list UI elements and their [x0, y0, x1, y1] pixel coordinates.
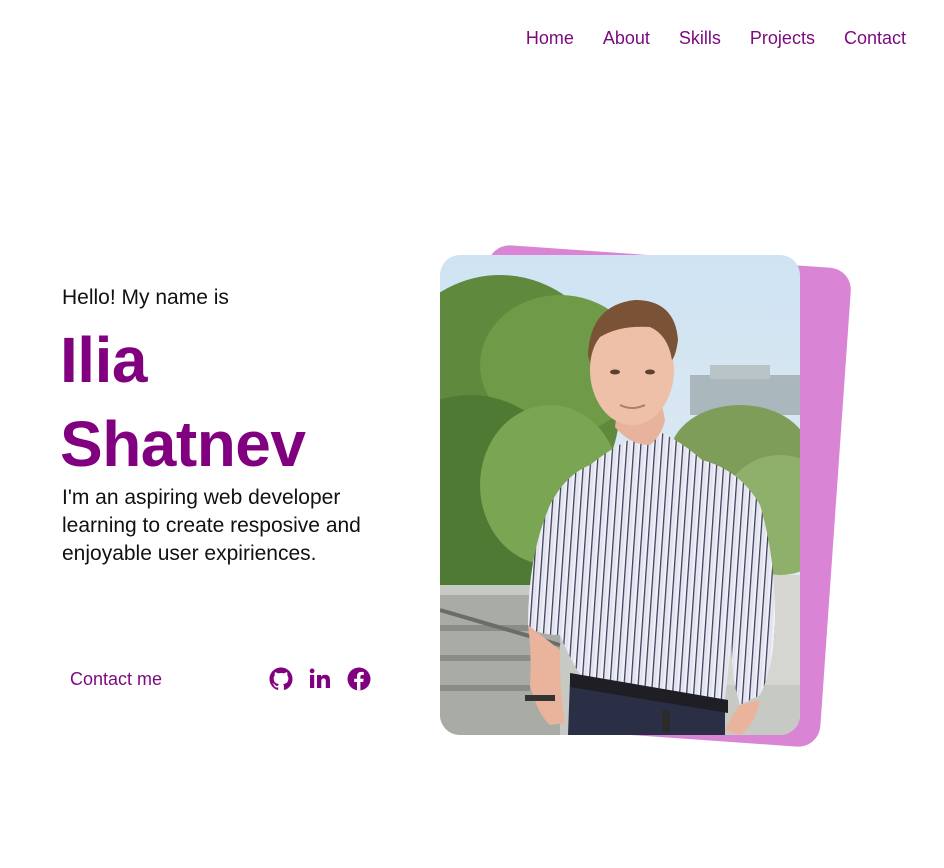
contact-me-button[interactable]: Contact me [70, 669, 162, 690]
nav-contact-link[interactable]: Contact [844, 26, 906, 50]
hero-name: Ilia Shatnev [60, 318, 306, 486]
nav-skills-link[interactable]: Skills [679, 26, 721, 50]
hero-last-name: Shatnev [60, 408, 306, 480]
github-icon[interactable] [269, 667, 293, 691]
top-nav: Home About Skills Projects Contact [526, 26, 906, 50]
nav-home-link[interactable]: Home [526, 26, 574, 50]
facebook-icon[interactable] [347, 667, 371, 691]
hero-first-name: Ilia [60, 324, 147, 396]
nav-projects-link[interactable]: Projects [750, 26, 815, 50]
hero-greeting: Hello! My name is [62, 286, 229, 309]
hero-tagline: I'm an aspiring web developer learning t… [62, 486, 361, 565]
profile-photo [440, 255, 800, 735]
portfolio-page: Home About Skills Projects Contact Hello… [0, 0, 944, 868]
profile-photo-illustration [440, 255, 800, 735]
nav-about-link[interactable]: About [603, 26, 650, 50]
social-links [269, 667, 371, 691]
linkedin-icon[interactable] [308, 667, 332, 691]
